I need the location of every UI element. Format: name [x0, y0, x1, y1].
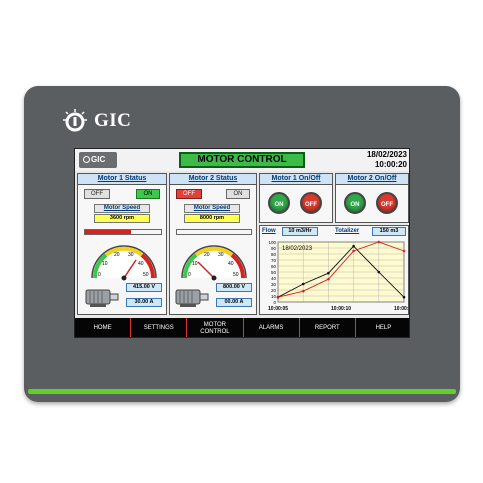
- y-tick-label: 30: [271, 282, 277, 287]
- data-point: [301, 282, 305, 286]
- chart-annotation: 18/02/2023: [282, 246, 313, 252]
- x-tick-label: 10:00:05: [268, 306, 288, 312]
- motor2-status-panel: Motor 2 Status OFF ON Motor Speed 8000 r…: [169, 173, 257, 315]
- motor2-off-button[interactable]: OFF: [176, 189, 202, 199]
- motor2-status-heading: Motor 2 Status: [170, 174, 256, 185]
- y-tick-label: 60: [271, 264, 277, 269]
- gauge-tick-label: 10: [192, 261, 198, 267]
- flow-value: 10 m3/Hr: [282, 227, 318, 236]
- screen-logo: GIC: [79, 152, 117, 168]
- motor1-speed-bar: [84, 229, 162, 235]
- gauge-tick-label: 50: [143, 272, 149, 278]
- motor2-current: 00.00 A: [216, 298, 252, 307]
- motor2-start-button[interactable]: ON: [344, 192, 366, 214]
- gauge-tick-label: 20: [204, 252, 210, 258]
- x-tick-label: 10:00:15: [394, 306, 408, 312]
- motor2-stop-button[interactable]: OFF: [376, 192, 398, 214]
- x-tick-label: 10:00:10: [331, 306, 351, 312]
- gauge-tick-label: 50: [233, 272, 239, 278]
- motor1-start-button[interactable]: ON: [268, 192, 290, 214]
- motor2-onoff-heading: Motor 2 On/Off: [336, 174, 408, 185]
- motor1-status-panel: Motor 1 Status OFF ON Motor Speed 3600 r…: [77, 173, 167, 315]
- motor1-speed-gauge: 0 10 20 30 40 50: [91, 245, 157, 281]
- date-text: 18/02/2023: [366, 150, 407, 159]
- gic-logo-icon: [83, 156, 90, 163]
- gauge-tick-label: 30: [218, 252, 224, 258]
- motor1-onoff-heading: Motor 1 On/Off: [260, 174, 332, 185]
- totalizer-value: 150 m3: [372, 227, 406, 236]
- flow-label: Flow: [262, 228, 276, 234]
- motor-icon: [85, 289, 119, 307]
- y-tick-label: 40: [271, 276, 277, 281]
- nav-help[interactable]: HELP: [356, 318, 409, 337]
- motor2-speed-value: 8000 rpm: [184, 214, 240, 223]
- motor2-speed-bar: [176, 229, 252, 235]
- y-tick-label: 0: [273, 300, 276, 305]
- brand-name: GIC: [94, 110, 132, 131]
- data-point: [327, 271, 330, 275]
- motor1-on-button[interactable]: ON: [136, 189, 160, 199]
- data-point: [352, 244, 355, 248]
- data-point: [402, 295, 406, 299]
- gauge-tick-label: 20: [114, 252, 120, 258]
- y-tick-label: 50: [271, 270, 277, 275]
- bottom-nav: HOME SETTINGS MOTOR CONTROL ALARMS REPOR…: [75, 318, 409, 337]
- nav-settings[interactable]: SETTINGS: [131, 318, 188, 337]
- y-tick-label: 100: [268, 240, 276, 245]
- screen-title: MOTOR CONTROL: [181, 154, 303, 166]
- data-point: [377, 270, 381, 274]
- nav-home[interactable]: HOME: [75, 318, 132, 337]
- motor1-speed-value: 3600 rpm: [94, 214, 150, 223]
- motor1-status-heading: Motor 1 Status: [78, 174, 166, 185]
- motor2-speed-label: Motor Speed: [184, 204, 240, 213]
- motor1-current: 30.00 A: [126, 298, 162, 307]
- motor1-onoff-panel: Motor 1 On/Off ON OFF: [259, 173, 333, 223]
- motor2-voltage: 800.00 V: [216, 283, 252, 292]
- y-tick-label: 20: [271, 288, 277, 293]
- y-tick-label: 90: [271, 246, 277, 251]
- gauge-tick-label: 0: [188, 272, 191, 278]
- gic-logo-icon: [62, 108, 88, 134]
- motor1-off-button[interactable]: OFF: [84, 189, 110, 199]
- motor1-speed-bar-fill: [85, 230, 131, 234]
- screen-logo-text: GIC: [91, 155, 106, 164]
- hmi-screen: GIC MOTOR CONTROL 18/02/2023 10:00:20 Mo…: [74, 148, 410, 338]
- gauge-tick-label: 40: [228, 261, 234, 267]
- accent-strip: [28, 389, 456, 394]
- trend-chart-panel: Flow 10 m3/Hr Totalizer 150 m3 0 10 20 30 40…: [259, 225, 409, 315]
- motor-icon: [175, 289, 209, 307]
- y-tick-label: 70: [271, 258, 277, 263]
- gauge-tick-label: 0: [98, 272, 101, 278]
- nav-motor-control[interactable]: MOTOR CONTROL: [187, 318, 244, 337]
- motor1-speed-label: Motor Speed: [94, 204, 150, 213]
- screen-title-box: MOTOR CONTROL: [179, 152, 305, 168]
- trend-chart: 0102030405060708090100 10:00:05 10:00:10 10…: [268, 240, 408, 312]
- nav-report[interactable]: REPORT: [300, 318, 356, 337]
- top-bar: GIC MOTOR CONTROL 18/02/2023 10:00:20: [75, 149, 409, 171]
- motor2-speed-gauge: 0 10 20 30 40 50: [181, 245, 247, 281]
- brand-logo: GIC: [62, 108, 131, 134]
- motor1-voltage: 415.00 V: [126, 283, 162, 292]
- gauge-tick-label: 40: [138, 261, 144, 267]
- y-tick-label: 80: [271, 252, 277, 257]
- time-text: 10:00:20: [374, 160, 407, 169]
- gauge-tick-label: 30: [128, 252, 134, 258]
- totalizer-label: Totalizer: [335, 228, 360, 234]
- datetime: 18/02/2023 10:00:20: [367, 150, 407, 170]
- motor1-stop-button[interactable]: OFF: [300, 192, 322, 214]
- y-tick-label: 10: [271, 294, 277, 299]
- motor2-on-button[interactable]: ON: [226, 189, 250, 199]
- nav-alarms[interactable]: ALARMS: [244, 318, 300, 337]
- motor2-onoff-panel: Motor 2 On/Off ON OFF: [335, 173, 409, 223]
- gauge-tick-label: 10: [102, 261, 108, 267]
